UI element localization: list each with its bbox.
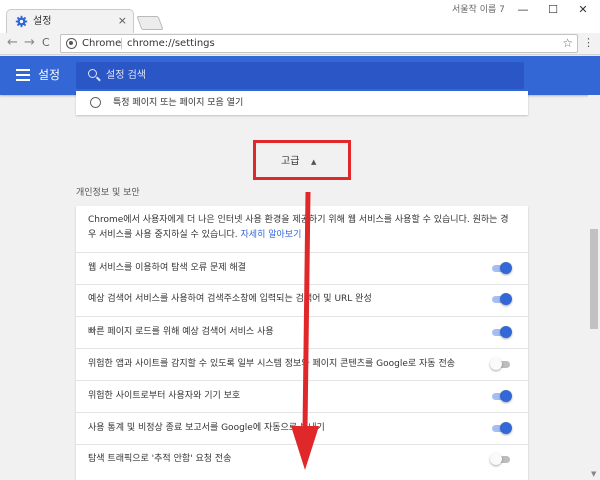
setting-row-label: 위험한 앱과 사이트를 감지할 수 있도록 일부 시스템 정보와 페이지 콘텐츠… [88,359,456,369]
red-down-arrow-annotation [291,192,319,470]
collapse-arrow-icon: ▲ [311,158,317,166]
forward-button[interactable]: → [24,35,35,51]
setting-row-label: 빠른 페이지 로드를 위해 예상 검색어 서비스 사용 [88,327,274,337]
tab-settings[interactable]: 설정 × [6,9,134,33]
bookmark-star-icon[interactable]: ☆ [562,36,573,50]
setting-toggle[interactable] [490,422,512,434]
advanced-label: 고급 [281,156,300,167]
browser-toolbar: ← → C Chrome chrome://settings ☆ ⋮ [0,33,600,55]
setting-row-label: 웹 서비스를 이용하여 탐색 오류 문제 해결 [88,263,246,273]
secure-chrome-icon[interactable] [66,38,77,49]
address-separator [121,38,122,49]
startup-option-label[interactable]: 특정 페이지 또는 페이지 모음 열기 [113,97,243,109]
chrome-menu-icon[interactable]: ⋮ [583,36,594,50]
privacy-section-title: 개인정보 및 보안 [76,188,140,198]
address-origin-label: Chrome [82,38,122,49]
setting-toggle[interactable] [490,390,512,402]
address-url[interactable]: chrome://settings [127,37,215,50]
setting-row-label: 탐색 트래픽으로 '추적 안함' 요청 전송 [88,454,232,464]
browser-window: 설정 × 서울작 이름 7 — ☐ ✕ ← → C Chrome chrome:… [0,0,600,480]
window-user-name[interactable]: 서울작 이름 7 [452,4,505,16]
setting-toggle[interactable] [490,326,512,338]
back-button[interactable]: ← [7,35,18,51]
scroll-down-arrow-icon[interactable]: ▼ [591,470,596,478]
settings-search-box[interactable] [76,62,524,89]
settings-search-input[interactable] [106,67,506,83]
search-icon [88,69,97,78]
close-window-button[interactable]: ✕ [568,0,598,20]
startup-card: 특정 페이지 또는 페이지 모음 열기 [76,91,528,115]
settings-gear-icon [15,15,28,28]
address-bar[interactable]: Chrome chrome://settings ☆ [60,34,578,53]
tab-title: 설정 [33,16,52,27]
setting-toggle[interactable] [490,453,512,465]
setting-toggle[interactable] [490,293,512,305]
page-scrollbar[interactable]: ▼ [588,95,600,480]
maximize-button[interactable]: ☐ [538,0,568,20]
tab-close-icon[interactable]: × [118,14,127,28]
hamburger-menu-icon[interactable] [16,69,30,81]
setting-toggle[interactable] [490,358,512,370]
page-title: 설정 [38,68,61,82]
privacy-intro-line2: 우 서비스를 사용 중지하실 수 있습니다. 자세히 알아보기 [88,230,302,240]
startup-radio-button[interactable] [90,97,101,108]
new-tab-button[interactable] [136,16,164,30]
setting-toggle[interactable] [490,262,512,274]
setting-row-label: 예상 검색어 서비스를 사용하여 검색주소창에 입력되는 검색어 및 URL 완… [88,294,372,304]
minimize-button[interactable]: — [508,0,538,20]
reload-button[interactable]: C [42,35,50,51]
advanced-toggle-button[interactable]: 고급 ▲ [253,140,351,180]
settings-header: 설정 [0,56,600,95]
title-bar: 설정 × 서울작 이름 7 — ☐ ✕ [0,0,600,33]
scrollbar-thumb[interactable] [590,229,598,329]
setting-row-label: 위험한 사이트로부터 사용자와 기기 보호 [88,391,241,401]
